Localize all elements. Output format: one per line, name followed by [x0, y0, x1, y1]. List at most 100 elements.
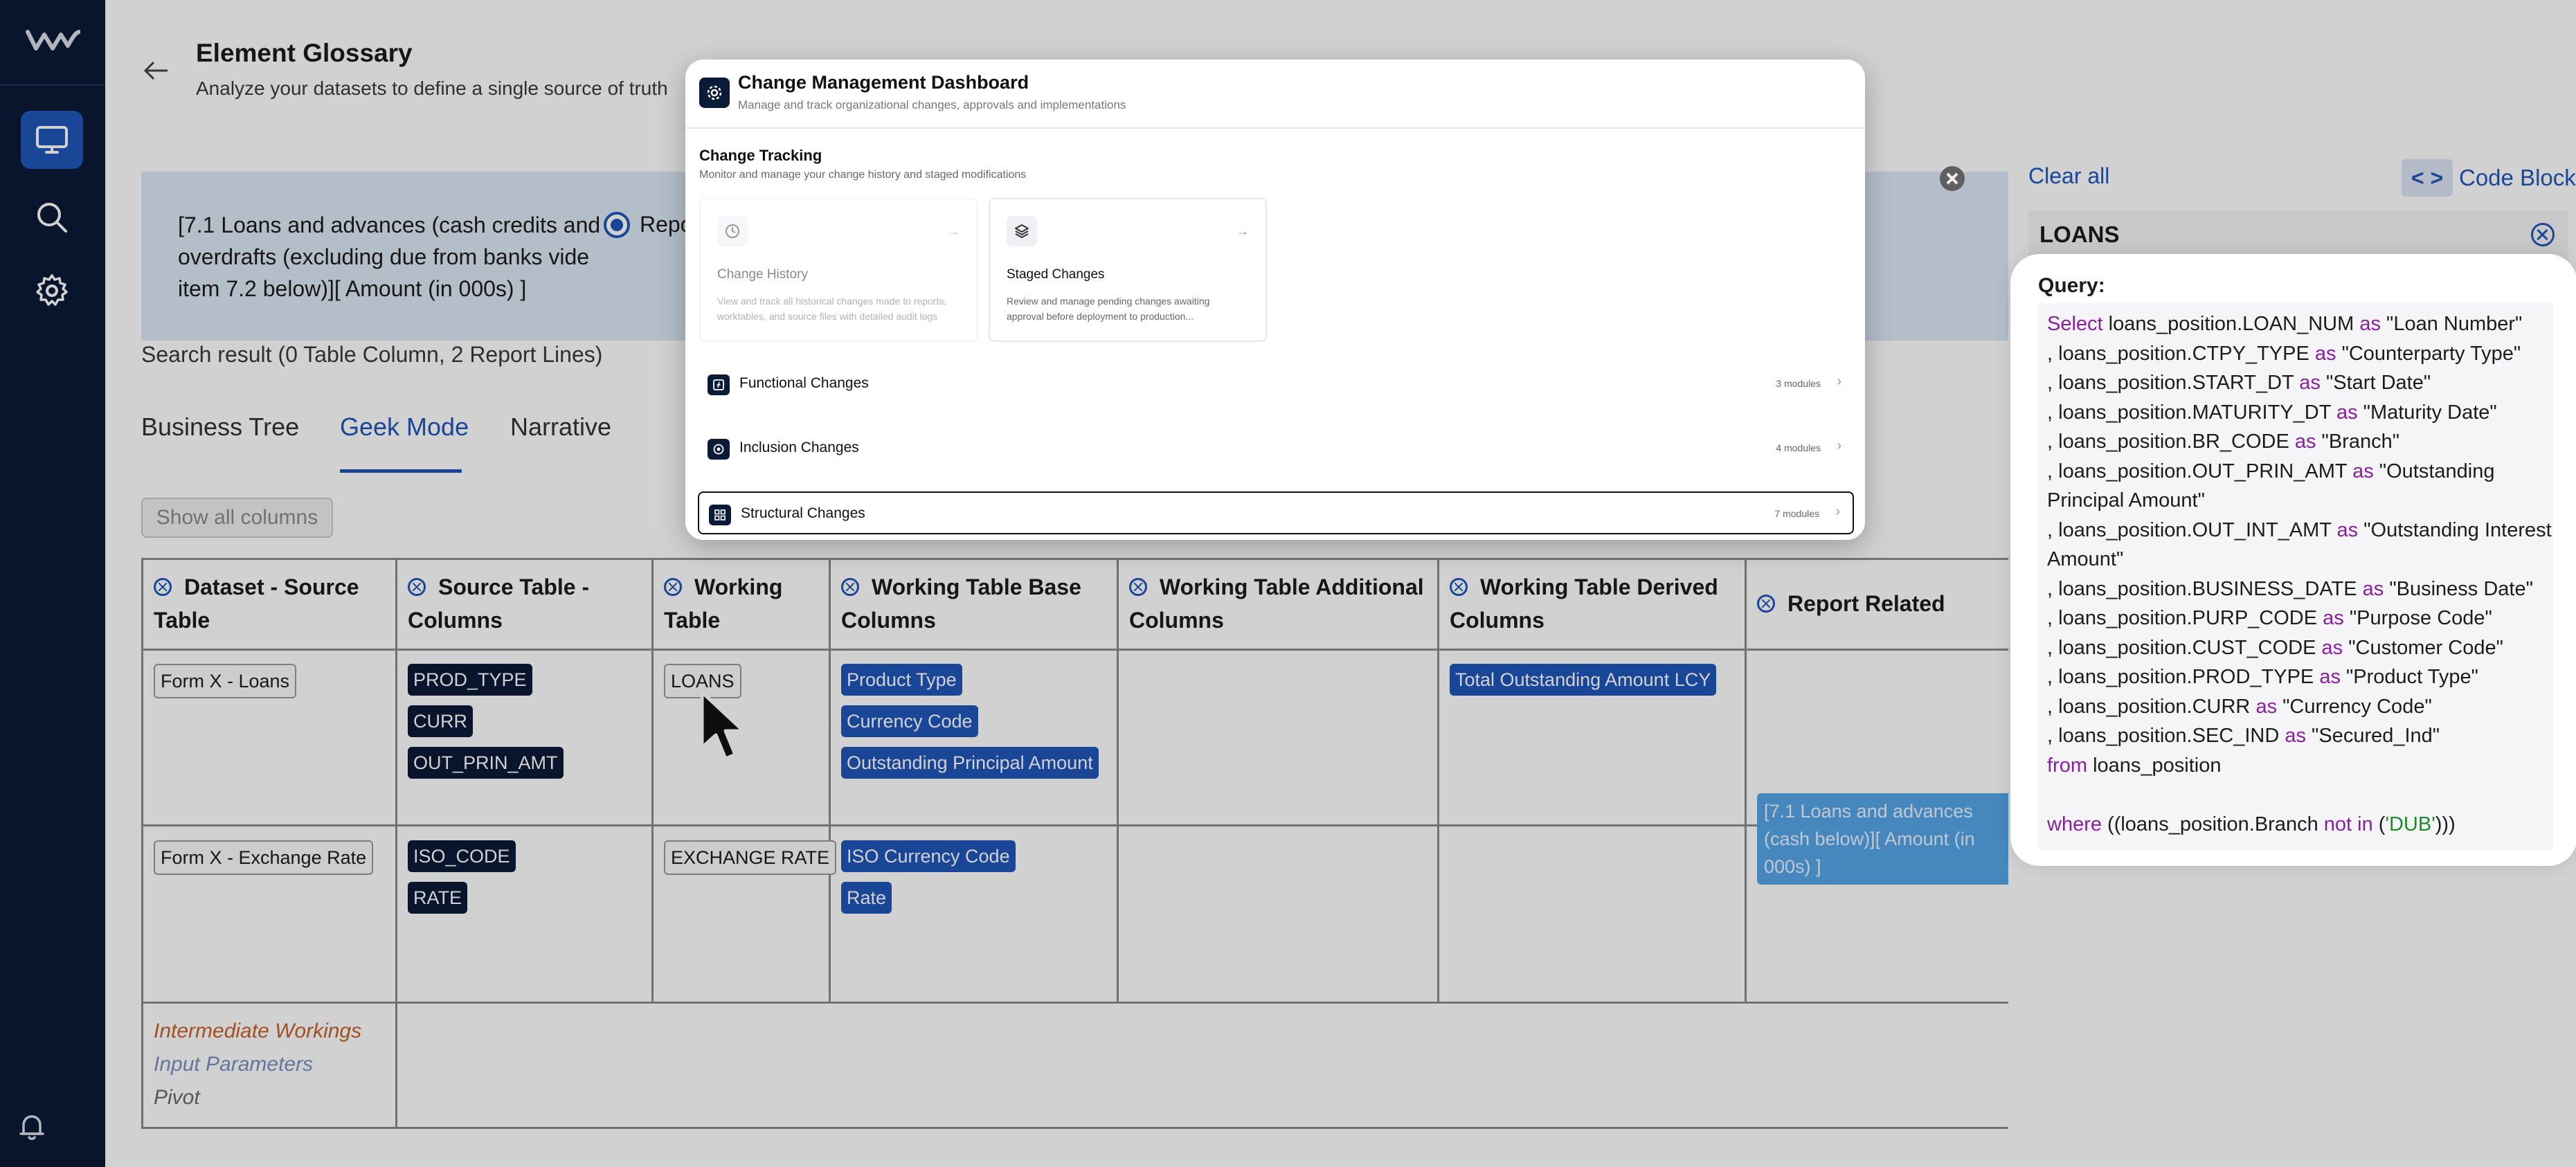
source-column-chip[interactable]: CURR: [408, 705, 473, 737]
source-column-chip[interactable]: ISO_CODE: [408, 840, 516, 872]
query-line: Amount": [2047, 548, 2124, 570]
remove-column-icon[interactable]: [1450, 578, 1468, 596]
card-description: Review and manage pending changes awaiti…: [1007, 296, 1210, 322]
query-line: where ((loans_position.Branch not in ('D…: [2047, 813, 2456, 835]
remove-column-icon[interactable]: [154, 578, 172, 596]
col-header-derived-columns[interactable]: Working Table Derived Columns: [1450, 570, 1740, 637]
module-count: 3 modules: [1776, 378, 1821, 389]
remove-column-icon[interactable]: [408, 578, 426, 596]
query-line: , loans_position.OUT_INT_AMT as "Outstan…: [2047, 518, 2552, 541]
report-line-chip[interactable]: [7.1 Loans and advances (cash below)][ A…: [1757, 793, 2027, 885]
inclusion-changes-row[interactable]: Inclusion Changes 4 modules ›: [698, 427, 1854, 470]
back-arrow-icon[interactable]: [141, 55, 172, 86]
sidebar-item-monitor[interactable]: [21, 111, 83, 169]
card-title: Change History: [717, 267, 808, 282]
cm-title: Change Management Dashboard: [738, 72, 1029, 93]
clock-icon: [717, 216, 748, 246]
col-header-source-columns[interactable]: Source Table - Columns: [408, 570, 643, 637]
query-line: , loans_position.PROD_TYPE as "Product T…: [2047, 666, 2478, 688]
query-line: , loans_position.BR_CODE as "Branch": [2047, 431, 2400, 453]
remove-column-icon[interactable]: [841, 578, 859, 596]
query-line: , loans_position.MATURITY_DT as "Maturit…: [2047, 401, 2497, 424]
col-header-base-columns[interactable]: Working Table Base Columns: [841, 570, 1111, 637]
cm-header: Change Management Dashboard Manage and t…: [685, 60, 1865, 129]
tab-narrative[interactable]: Narrative: [510, 413, 611, 442]
sidebar-divider: [0, 84, 105, 86]
gear-icon: [699, 78, 730, 108]
working-table-chip[interactable]: EXCHANGE RATE: [664, 840, 837, 875]
source-column-chip[interactable]: RATE: [408, 882, 468, 914]
target-icon: [708, 439, 730, 460]
query-line: , loans_position.SEC_IND as "Secured_Ind…: [2047, 725, 2440, 747]
base-column-chip[interactable]: ISO Currency Code: [841, 840, 1016, 872]
tab-business-tree[interactable]: Business Tree: [141, 413, 299, 442]
source-column-chip[interactable]: PROD_TYPE: [408, 664, 532, 696]
change-history-card[interactable]: → Change History View and track all hist…: [699, 198, 978, 342]
search-icon: [37, 203, 67, 233]
base-column-chip[interactable]: Outstanding Principal Amount: [841, 747, 1099, 779]
col-header-report-related[interactable]: Report Related: [1757, 587, 2006, 620]
code-block-label[interactable]: Code Block: [2459, 165, 2576, 191]
close-circle-icon[interactable]: [2531, 223, 2555, 246]
gear-icon: [36, 274, 68, 306]
query-line: from loans_position: [2047, 754, 2222, 777]
card-description: View and track all historical changes ma…: [717, 296, 947, 322]
chevron-right-icon: ›: [1837, 374, 1841, 389]
tab-active-indicator: [340, 469, 462, 473]
lineage-grid: Dataset - Source Table Source Table - Co…: [141, 558, 2044, 1129]
col-header-dataset[interactable]: Dataset - Source Table: [154, 570, 389, 637]
query-line: , loans_position.OUT_PRIN_AMT as "Outsta…: [2047, 460, 2495, 482]
close-icon[interactable]: [1940, 166, 1965, 191]
cm-section-title: Change Tracking: [699, 147, 822, 164]
source-column-chip[interactable]: OUT_PRIN_AMT: [408, 747, 564, 779]
arrow-right-icon: →: [947, 224, 960, 238]
change-management-dashboard: Change Management Dashboard Manage and t…: [685, 60, 1865, 540]
selected-table-name: LOANS: [2039, 221, 2120, 247]
module-count: 7 modules: [1774, 508, 1819, 519]
query-line: , loans_position.CTPY_TYPE as "Counterpa…: [2047, 342, 2521, 365]
card-title: Staged Changes: [1007, 267, 1105, 282]
layers-icon: [1007, 216, 1037, 246]
query-label: Query:: [2038, 274, 2105, 297]
code-toggle-button[interactable]: < >: [2402, 159, 2453, 197]
row-title: Inclusion Changes: [739, 440, 859, 455]
clear-all-link[interactable]: Clear all: [2028, 163, 2109, 189]
mouse-cursor-icon: [700, 690, 746, 761]
filter-report-line: [7.1 Loans and advances (cash credits an…: [178, 212, 601, 301]
row-title: Functional Changes: [739, 375, 869, 391]
functional-changes-row[interactable]: Functional Changes 3 modules ›: [698, 363, 1854, 406]
remove-column-icon[interactable]: [664, 578, 682, 596]
monitor-icon: [36, 126, 68, 154]
sidebar-item-settings[interactable]: [21, 262, 83, 320]
staged-changes-card[interactable]: → Staged Changes Review and manage pendi…: [989, 198, 1267, 342]
col-header-working-table[interactable]: Working Table: [664, 570, 823, 637]
query-line: , loans_position.BUSINESS_DATE as "Busin…: [2047, 577, 2533, 600]
base-column-chip[interactable]: Rate: [841, 882, 892, 914]
query-line: , loans_position.CURR as "Currency Code": [2047, 695, 2432, 718]
col-header-additional-columns[interactable]: Working Table Additional Columns: [1129, 570, 1434, 637]
arrow-right-icon: →: [1236, 224, 1249, 238]
cm-section-subtitle: Monitor and manage your change history a…: [699, 169, 1027, 181]
query-line: , loans_position.START_DT as "Start Date…: [2047, 372, 2431, 394]
row-title: Structural Changes: [741, 505, 865, 521]
show-all-columns-button[interactable]: Show all columns: [141, 498, 333, 538]
bell-icon[interactable]: [15, 1110, 48, 1143]
page-title: Element Glossary: [196, 39, 413, 67]
report-radio[interactable]: [604, 212, 630, 238]
dataset-chip[interactable]: Form X - Loans: [154, 664, 297, 698]
tab-geek-mode[interactable]: Geek Mode: [340, 413, 469, 442]
remove-column-icon[interactable]: [1129, 578, 1147, 596]
legend-intermediate-workings: Intermediate Workings: [154, 1020, 362, 1042]
sidebar-item-search[interactable]: [21, 188, 83, 246]
legend-pivot: Pivot: [154, 1086, 200, 1109]
page-subtitle: Analyze your datasets to define a single…: [196, 78, 668, 99]
structural-changes-row[interactable]: Structural Changes 7 modules ›: [698, 491, 1854, 534]
base-column-chip[interactable]: Product Type: [841, 664, 962, 696]
chevron-right-icon: ›: [1837, 438, 1841, 453]
function-icon: [708, 374, 730, 395]
derived-column-chip[interactable]: Total Outstanding Amount LCY: [1450, 664, 1717, 696]
base-column-chip[interactable]: Currency Code: [841, 705, 978, 737]
dataset-chip[interactable]: Form X - Exchange Rate: [154, 840, 374, 875]
remove-column-icon[interactable]: [1757, 595, 1775, 613]
cm-subtitle: Manage and track organizational changes,…: [738, 98, 1126, 111]
